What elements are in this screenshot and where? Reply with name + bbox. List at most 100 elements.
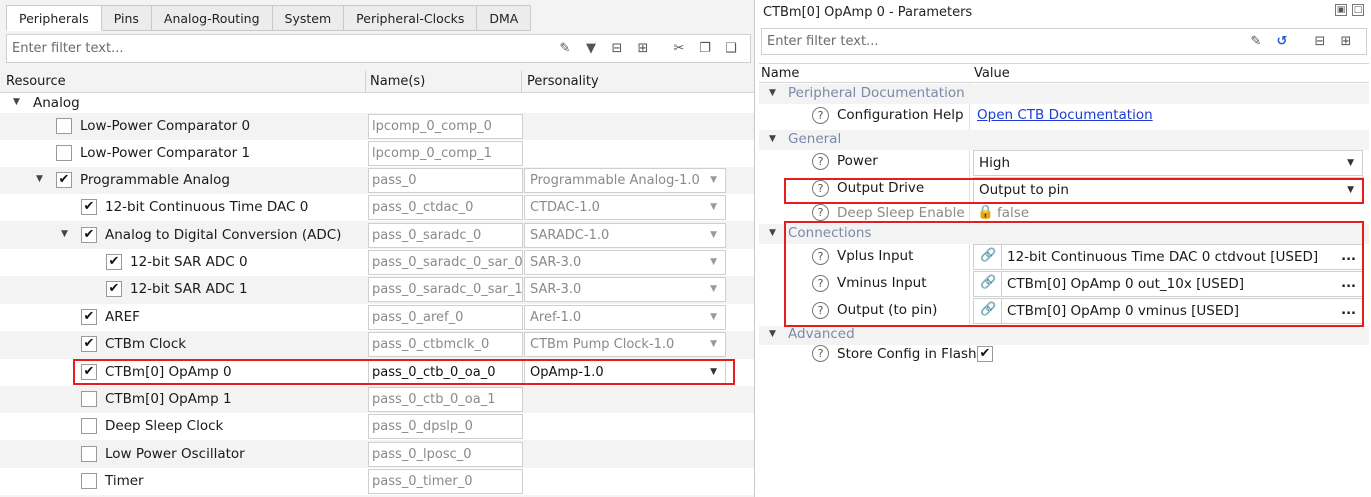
collapse-arrow-icon[interactable]: ▼ (13, 97, 20, 107)
resource-name-field[interactable]: pass_0_ctb_0_oa_1 (368, 387, 523, 412)
expand-all-icon[interactable]: ⊞ (1338, 34, 1354, 50)
resource-name-field[interactable]: pass_0 (368, 168, 523, 193)
category-documentation[interactable]: ▼ Peripheral Documentation (759, 84, 1369, 104)
personality-column-header[interactable]: Personality (527, 74, 599, 89)
resource-row[interactable]: Low-Power Comparator 1 lpcomp_0_comp_1 (0, 140, 754, 167)
resource-row[interactable]: Deep Sleep Clock pass_0_dpslp_0 (0, 413, 754, 440)
tab-analog-routing[interactable]: Analog-Routing (151, 5, 273, 31)
store-config-checkbox[interactable]: ✔ (977, 346, 993, 362)
help-icon[interactable]: ? (812, 248, 829, 265)
output-drive-select[interactable]: Output to pin ▼ (973, 177, 1363, 203)
param-filter-input[interactable] (762, 29, 1232, 54)
help-icon[interactable]: ? (812, 275, 829, 292)
help-icon[interactable]: ? (812, 107, 829, 124)
collapse-arrow-icon[interactable]: ▼ (769, 134, 776, 144)
personality-select[interactable]: Aref-1.0 ▼ (524, 305, 726, 330)
collapse-arrow-icon[interactable]: ▼ (36, 174, 43, 184)
tab-system[interactable]: System (272, 5, 345, 31)
resource-row[interactable]: ✔ CTBm[0] OpAmp 0 pass_0_ctb_0_oa_0 OpAmp-1… (0, 359, 754, 386)
restore-icon[interactable]: ▣ (1335, 4, 1347, 16)
names-column-header[interactable]: Name(s) (370, 74, 425, 89)
category-general[interactable]: ▼ General (759, 130, 1369, 150)
clear-filter-icon[interactable]: ✎ (557, 41, 573, 57)
resource-name-field[interactable]: pass_0_saradc_0 (368, 223, 523, 248)
enable-checkbox[interactable]: ✔ (81, 336, 97, 352)
vminus-connection[interactable]: 🔗 CTBm[0] OpAmp 0 out_10x [USED] ... (973, 271, 1363, 297)
filter-input[interactable] (7, 35, 547, 62)
resource-row[interactable]: ✔ CTBm Clock pass_0_ctbmclk_0 CTBm Pump Clo… (0, 331, 754, 358)
tab-peripherals[interactable]: Peripherals (6, 5, 102, 31)
collapse-arrow-icon[interactable]: ▼ (769, 228, 776, 238)
resource-row[interactable]: ▼ ✔ Analog to Digital Conversion (ADC) pass… (0, 222, 754, 249)
resource-row[interactable]: ✔ AREF pass_0_aref_0 Aref-1.0 ▼ (0, 304, 754, 331)
enable-checkbox[interactable]: ✔ (81, 199, 97, 215)
cut-icon[interactable]: ✂ (671, 41, 687, 57)
tab-pins[interactable]: Pins (101, 5, 152, 31)
expand-all-icon[interactable]: ⊞ (635, 41, 651, 57)
name-column-header[interactable]: Name (761, 66, 799, 81)
category-connections[interactable]: ▼ Connections (759, 224, 1369, 244)
resource-row[interactable]: Timer pass_0_timer_0 (0, 468, 754, 495)
filter-icon[interactable]: ▼ (583, 41, 599, 57)
resource-row[interactable]: Low-Power Comparator 0 lpcomp_0_comp_0 (0, 113, 754, 140)
resource-name-field[interactable]: pass_0_ctbmclk_0 (368, 332, 523, 357)
tree-node-analog[interactable]: ▼ Analog (0, 93, 754, 113)
link-icon[interactable]: 🔗 (980, 302, 996, 317)
link-icon[interactable]: 🔗 (980, 275, 996, 290)
personality-select[interactable]: SARADC-1.0 ▼ (524, 223, 726, 248)
personality-select[interactable]: CTBm Pump Clock-1.0 ▼ (524, 332, 726, 357)
output-pin-connection[interactable]: 🔗 CTBm[0] OpAmp 0 vminus [USED] ... (973, 298, 1363, 324)
resource-name-field[interactable]: pass_0_lposc_0 (368, 442, 523, 467)
category-advanced[interactable]: ▼ Advanced (759, 326, 1369, 345)
help-icon[interactable]: ? (812, 180, 829, 197)
personality-select[interactable]: CTDAC-1.0 ▼ (524, 195, 726, 220)
personality-select[interactable]: SAR-3.0 ▼ (524, 250, 726, 275)
vplus-connection[interactable]: 🔗 12-bit Continuous Time DAC 0 ctdvout [… (973, 244, 1363, 270)
resource-row[interactable]: CTBm[0] OpAmp 1 pass_0_ctb_0_oa_1 (0, 386, 754, 413)
refresh-icon[interactable]: ↺ (1274, 34, 1290, 50)
collapse-arrow-icon[interactable]: ▼ (769, 88, 776, 98)
resource-column-header[interactable]: Resource (6, 74, 66, 89)
resource-name-field[interactable]: pass_0_dpslp_0 (368, 414, 523, 439)
collapse-arrow-icon[interactable]: ▼ (769, 329, 776, 339)
maximize-icon[interactable]: □ (1352, 4, 1364, 16)
enable-checkbox[interactable] (81, 446, 97, 462)
resource-name-field[interactable]: pass_0_saradc_0_sar_0 (368, 250, 523, 275)
resource-row[interactable]: ✔ 12-bit SAR ADC 1 pass_0_saradc_0_sar_1 SA… (0, 276, 754, 303)
enable-checkbox[interactable]: ✔ (81, 364, 97, 380)
personality-select[interactable]: SAR-3.0 ▼ (524, 277, 726, 302)
help-icon[interactable]: ? (812, 345, 829, 362)
resource-row[interactable]: ✔ 12-bit Continuous Time DAC 0 pass_0_ctda… (0, 194, 754, 221)
enable-checkbox[interactable]: ✔ (56, 172, 72, 188)
collapse-arrow-icon[interactable]: ▼ (61, 229, 68, 239)
help-icon[interactable]: ? (812, 153, 829, 170)
resource-name-field[interactable]: pass_0_ctdac_0 (368, 195, 523, 220)
more-button[interactable]: ... (1341, 245, 1356, 269)
resource-row[interactable]: ✔ 12-bit SAR ADC 0 pass_0_saradc_0_sar_0 SA… (0, 249, 754, 276)
resource-name-field[interactable]: pass_0_aref_0 (368, 305, 523, 330)
personality-select[interactable]: OpAmp-1.0 ▼ (524, 360, 726, 385)
collapse-all-icon[interactable]: ⊟ (1312, 34, 1328, 50)
clear-filter-icon[interactable]: ✎ (1248, 34, 1264, 50)
enable-checkbox[interactable]: ✔ (106, 281, 122, 297)
enable-checkbox[interactable]: ✔ (106, 254, 122, 270)
resource-name-field[interactable]: lpcomp_0_comp_0 (368, 114, 523, 139)
enable-checkbox[interactable] (56, 118, 72, 134)
link-icon[interactable]: 🔗 (980, 248, 996, 263)
value-column-header[interactable]: Value (974, 66, 1010, 81)
resource-name-field[interactable]: pass_0_saradc_0_sar_1 (368, 277, 523, 302)
resource-name-field[interactable]: lpcomp_0_comp_1 (368, 141, 523, 166)
enable-checkbox[interactable] (56, 145, 72, 161)
resource-row[interactable]: Low Power Oscillator pass_0_lposc_0 (0, 441, 754, 468)
tab-peripheral-clocks[interactable]: Peripheral-Clocks (344, 5, 478, 31)
resource-name-field[interactable]: pass_0_timer_0 (368, 469, 523, 494)
enable-checkbox[interactable]: ✔ (81, 227, 97, 243)
enable-checkbox[interactable] (81, 418, 97, 434)
enable-checkbox[interactable]: ✔ (81, 309, 97, 325)
open-documentation-link[interactable]: Open CTB Documentation (977, 107, 1153, 123)
copy-icon[interactable]: ❐ (697, 41, 713, 57)
personality-select[interactable]: Programmable Analog-1.0 ▼ (524, 168, 726, 193)
power-select[interactable]: High ▼ (973, 150, 1363, 176)
collapse-all-icon[interactable]: ⊟ (609, 41, 625, 57)
paste-icon[interactable]: ❑ (723, 41, 739, 57)
